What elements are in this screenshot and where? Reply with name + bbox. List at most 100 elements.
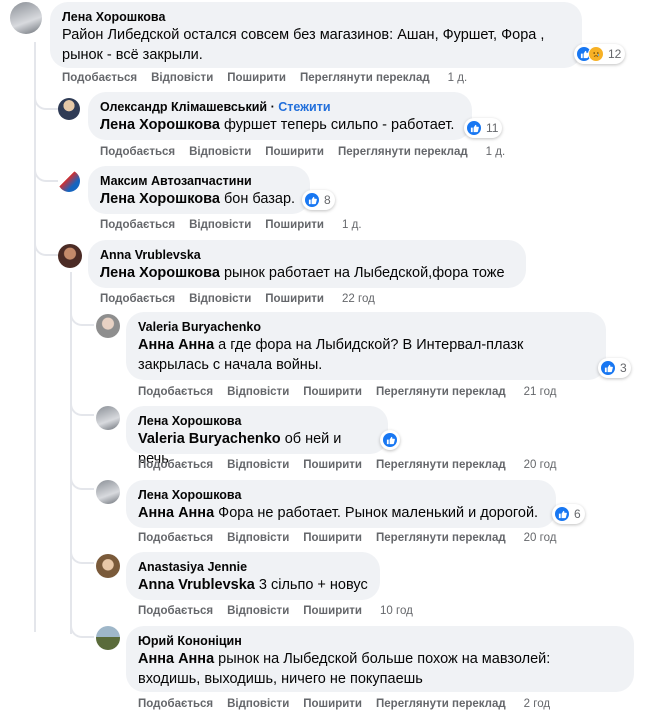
mention-link[interactable]: Лена Хорошкова [100,117,220,133]
like-link[interactable]: Подобається [100,293,175,305]
mention-link[interactable]: Anna Vrublevska [138,577,255,593]
reactions-badge[interactable]: 6 [552,504,585,524]
comment-time[interactable]: 21 год [524,386,557,398]
comment-author: Олександр Клімашевський · Стежити [100,100,331,114]
reply-link[interactable]: Відповісти [227,386,289,398]
avatar[interactable] [58,98,80,120]
reactions-badge[interactable]: 12 [574,44,626,64]
like-icon [554,506,570,522]
see-translation-link[interactable]: Переглянути переклад [376,698,506,710]
follow-button[interactable]: Стежити [278,100,330,114]
comment-author[interactable]: Юрий Кононіцин [138,633,622,649]
thread-connector [34,160,58,182]
mention-link[interactable]: Анна Анна [138,651,214,667]
sad-icon [588,46,604,62]
mention-link[interactable]: Лена Хорошкова [100,265,220,281]
comment-text: Анна Анна а где фора на Лыбидской? В Инт… [138,337,524,373]
share-link[interactable]: Поширити [265,146,324,158]
reply-link[interactable]: Відповісти [227,459,289,471]
reply-link[interactable]: Відповісти [227,605,289,617]
see-translation-link[interactable]: Переглянути переклад [376,386,506,398]
reply-link[interactable]: Відповісти [189,146,251,158]
avatar[interactable] [96,314,120,338]
comment-time[interactable]: 20 год [524,532,557,544]
comment-author[interactable]: Anastasiya Jennie [138,559,368,575]
reaction-count: 6 [574,507,581,521]
comment-time[interactable]: 22 год [342,293,375,305]
mention-link[interactable]: Анна Анна [138,337,214,353]
like-link[interactable]: Подобається [138,698,213,710]
comment-time[interactable]: 1 д. [486,146,506,158]
comment-author[interactable]: Anna Vrublevska [100,247,514,263]
comment-text: Анна Анна Фора не работает. Рынок малень… [138,505,539,521]
like-link[interactable]: Подобається [62,72,137,84]
reply-link[interactable]: Відповісти [189,293,251,305]
comment-time[interactable]: 2 год [524,698,550,710]
mention-link[interactable]: Valeria Buryachenko [138,431,281,447]
reactions-badge[interactable]: 3 [598,358,631,378]
comment-author[interactable]: Лена Хорошкова [62,9,570,25]
comment-author[interactable]: Лена Хорошкова [138,487,544,503]
thread-connector [70,306,94,326]
like-link[interactable]: Подобається [138,532,213,544]
comment-text: Район Либедской остался совсем без магаз… [62,27,545,63]
avatar[interactable] [96,480,120,504]
reactions-badge[interactable] [380,430,400,450]
comment-author[interactable]: Valeria Buryachenko [138,319,594,335]
comment-author[interactable]: Лена Хорошкова [138,413,376,429]
comment-text: Лена Хорошкова фуршет теперь сильпо - ра… [100,117,455,133]
reactions-badge[interactable]: 8 [302,190,335,210]
like-link[interactable]: Подобається [138,386,213,398]
share-link[interactable]: Поширити [303,532,362,544]
comment-bubble: Юрий Кононіцин Анна Анна рынок на Лыбедс… [126,626,634,692]
share-link[interactable]: Поширити [265,293,324,305]
share-link[interactable]: Поширити [303,605,362,617]
comment-time[interactable]: 1 д. [342,219,362,231]
thread-connector [70,396,94,416]
like-link[interactable]: Подобається [138,459,213,471]
avatar[interactable] [58,244,82,268]
avatar[interactable] [96,406,120,430]
comment-actions: Подобається Відповісти Поширити Переглянути… [138,458,570,472]
comment-text: Анна Анна рынок на Лыбедской больше похо… [138,651,551,687]
comment-actions: Подобається Відповісти Поширити Переглянути… [138,531,570,545]
like-link[interactable]: Подобається [100,219,175,231]
avatar[interactable] [96,554,120,578]
avatar[interactable] [96,626,120,650]
reaction-count: 3 [620,361,627,375]
see-translation-link[interactable]: Переглянути переклад [338,146,468,158]
thread-line [34,42,36,632]
thread-connector [34,90,58,110]
share-link[interactable]: Поширити [265,219,324,231]
comment-actions: Подобається Відповісти Поширити 10 год [138,604,427,618]
thread-connector [70,470,94,490]
share-link[interactable]: Поширити [303,698,362,710]
comment-bubble: Anna Vrublevska Лена Хорошкова рынок раб… [88,240,526,288]
mention-link[interactable]: Лена Хорошкова [100,191,220,207]
reply-link[interactable]: Відповісти [227,698,289,710]
share-link[interactable]: Поширити [227,72,286,84]
reply-link[interactable]: Відповісти [227,532,289,544]
avatar[interactable] [58,170,80,192]
share-link[interactable]: Поширити [303,386,362,398]
comment-time[interactable]: 20 год [524,459,557,471]
like-link[interactable]: Подобається [100,146,175,158]
comment-text: Anna Vrublevska 3 сільпо + новус [138,577,368,593]
see-translation-link[interactable]: Переглянути переклад [376,459,506,471]
comment-time[interactable]: 10 год [380,605,413,617]
like-link[interactable]: Подобається [138,605,213,617]
comment-author[interactable]: Максим Автозапчастини [100,173,298,189]
reply-link[interactable]: Відповісти [151,72,213,84]
share-link[interactable]: Поширити [303,459,362,471]
reactions-badge[interactable]: 11 [464,118,503,138]
comment-bubble: Лена Хорошкова Район Либедской остался с… [50,2,582,68]
like-icon [466,120,482,136]
reply-link[interactable]: Відповісти [189,219,251,231]
avatar[interactable] [10,2,42,34]
see-translation-link[interactable]: Переглянути переклад [376,532,506,544]
comment-bubble: Олександр Клімашевський · Стежити Лена Х… [88,92,472,140]
see-translation-link[interactable]: Переглянути переклад [300,72,430,84]
mention-link[interactable]: Анна Анна [138,505,214,521]
comment-time[interactable]: 1 д. [448,72,468,84]
thread-connector [34,232,58,256]
